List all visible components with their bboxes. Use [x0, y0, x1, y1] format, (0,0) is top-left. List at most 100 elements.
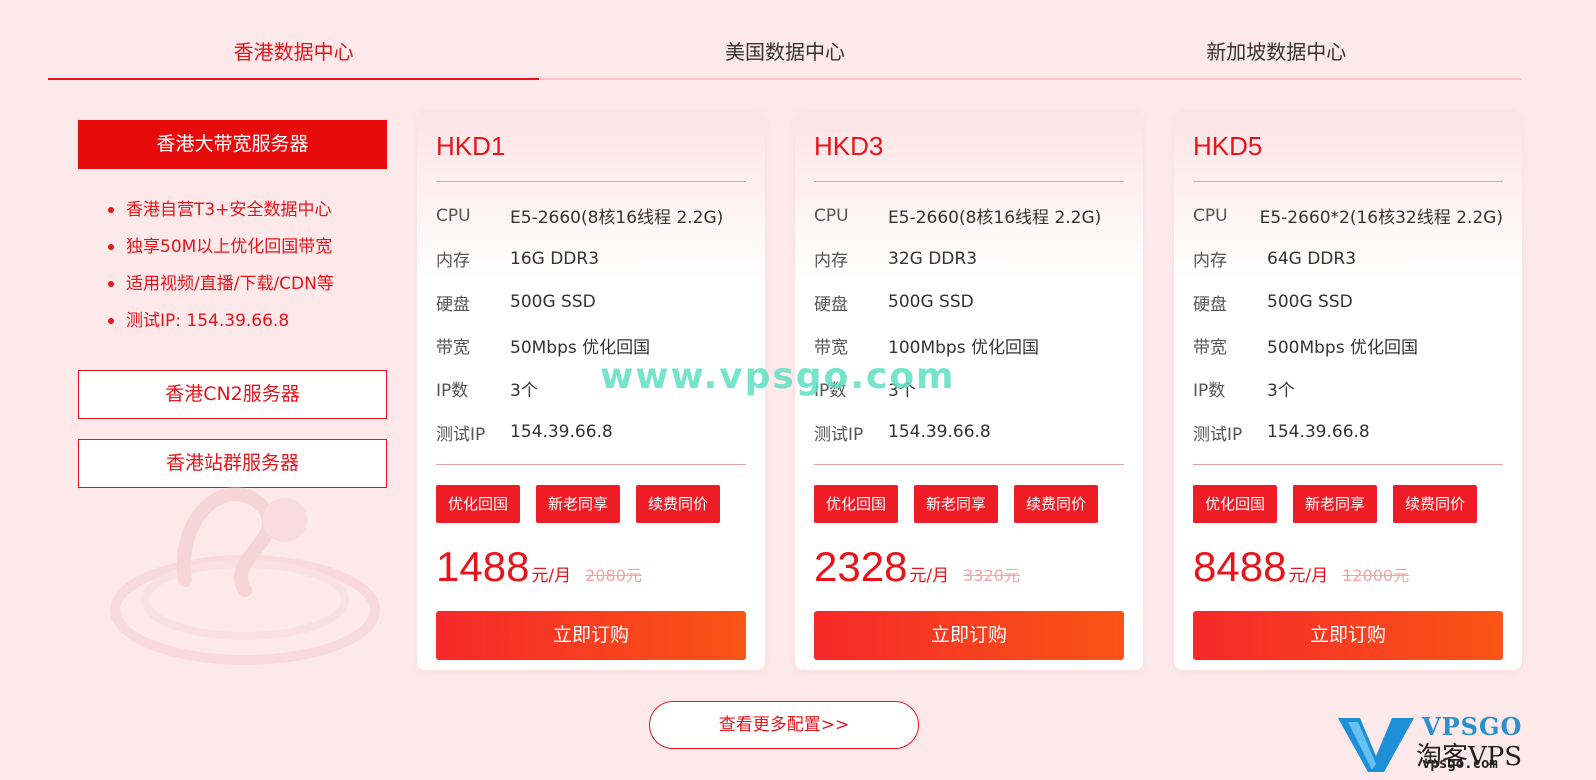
feature-item: 适用视频/直播/下载/CDN等: [108, 266, 334, 303]
spec-value: 32G DDR3: [888, 248, 978, 269]
tab-hongkong[interactable]: 香港数据中心: [48, 28, 540, 80]
price-unit: 元/月: [531, 565, 572, 586]
spec-label: 带宽: [1193, 338, 1227, 359]
original-price: 12000元: [1342, 565, 1410, 585]
tag-new-old-customers: 新老同享: [914, 484, 998, 523]
tag-renewal-same-price: 续费同价: [1014, 484, 1098, 523]
spec-row-memory: 内存 32G DDR3: [814, 237, 1124, 280]
spec-label: CPU: [436, 205, 471, 226]
spec-label: 带宽: [814, 338, 848, 359]
buy-now-button[interactable]: 立即订购: [1193, 610, 1503, 660]
feature-item: 独享50M以上优化回国带宽: [108, 229, 334, 266]
plan-title: HKD1: [436, 130, 746, 182]
spec-value: 500G SSD: [1267, 292, 1353, 313]
watermark-domain: vpsgo.com: [1422, 756, 1498, 772]
price-value: 1488: [436, 542, 530, 590]
hk-cn2-server-button[interactable]: 香港CN2服务器: [78, 370, 387, 419]
spec-label: 硬盘: [436, 294, 470, 315]
v-logo-icon: [1338, 718, 1414, 772]
spec-label: 测试IP: [814, 424, 864, 445]
tag-new-old-customers: 新老同享: [1293, 484, 1377, 523]
spec-label: 硬盘: [1193, 294, 1227, 315]
plan-card-hkd5: HKD5 CPU E5-2660*2(16核32线程 2.2G) 内存 64G DD…: [1174, 110, 1522, 670]
spec-value: 154.39.66.8: [1267, 422, 1370, 443]
spec-label: 内存: [436, 251, 470, 272]
spec-label: 内存: [814, 251, 848, 272]
spec-label: IP数: [1193, 381, 1226, 402]
divider: [1193, 463, 1503, 465]
plan-title: HKD3: [814, 130, 1124, 182]
spec-label: 硬盘: [814, 294, 848, 315]
original-price: 2080元: [585, 565, 642, 585]
spec-row-memory: 内存 16G DDR3: [436, 237, 746, 280]
spec-label: CPU: [814, 205, 849, 226]
spec-label: CPU: [1193, 205, 1228, 226]
tab-usa[interactable]: 美国数据中心: [539, 28, 1030, 78]
spec-value: 3个: [1267, 381, 1295, 402]
tag-optimized-route: 优化回国: [436, 484, 520, 523]
spec-value: 100Mbps 优化回国: [888, 338, 1039, 359]
spec-row-test-ip: 测试IP 154.39.66.8: [814, 410, 1124, 453]
divider: [436, 463, 746, 465]
spec-value: 50Mbps 优化回国: [510, 338, 651, 359]
original-price: 3320元: [963, 565, 1020, 585]
price-unit: 元/月: [909, 565, 950, 586]
spec-row-cpu: CPU E5-2660(8核16线程 2.2G): [814, 194, 1124, 237]
spec-row-disk: 硬盘 500G SSD: [1193, 281, 1503, 324]
price-row: 2328 元/月 3320元: [814, 543, 1124, 591]
tag-new-old-customers: 新老同享: [536, 484, 620, 523]
spec-value: E5-2660(8核16线程 2.2G): [510, 208, 724, 229]
price-value: 2328: [814, 542, 908, 590]
price-row: 1488 元/月 2080元: [436, 543, 746, 591]
spec-value: 3个: [510, 381, 538, 402]
spec-list: CPU E5-2660(8核16线程 2.2G) 内存 32G DDR3 硬盘 500…: [814, 194, 1124, 454]
spec-row-bandwidth: 带宽 500Mbps 优化回国: [1193, 324, 1503, 367]
spec-value: 500G SSD: [888, 292, 974, 313]
tab-singapore[interactable]: 新加坡数据中心: [1031, 28, 1522, 78]
spec-label: 带宽: [436, 338, 470, 359]
plan-title: HKD5: [1193, 130, 1503, 182]
view-more-configs-button[interactable]: 查看更多配置>>: [649, 701, 919, 749]
spec-value: 500Mbps 优化回国: [1267, 338, 1418, 359]
divider: [814, 463, 1124, 465]
spec-label: 内存: [1193, 251, 1227, 272]
spec-label: 测试IP: [436, 424, 486, 445]
spec-value: 16G DDR3: [510, 248, 600, 269]
tag-renewal-same-price: 续费同价: [1393, 484, 1477, 523]
tag-group: 优化回国 新老同享 续费同价: [436, 484, 746, 523]
tag-optimized-route: 优化回国: [814, 484, 898, 523]
spec-row-disk: 硬盘 500G SSD: [814, 281, 1124, 324]
spec-label: IP数: [436, 381, 469, 402]
spec-row-disk: 硬盘 500G SSD: [436, 281, 746, 324]
spec-list: CPU E5-2660(8核16线程 2.2G) 内存 16G DDR3 硬盘 500…: [436, 194, 746, 454]
spec-row-memory: 内存 64G DDR3: [1193, 237, 1503, 280]
decorative-swirl-graphic: [110, 487, 380, 665]
tag-group: 优化回国 新老同享 续费同价: [814, 484, 1124, 523]
spec-value: 154.39.66.8: [510, 422, 613, 443]
tag-renewal-same-price: 续费同价: [636, 484, 720, 523]
feature-item: 香港自营T3+安全数据中心: [108, 192, 334, 229]
price-value: 8488: [1193, 542, 1287, 590]
watermark-logo: VPSGO 淘客VPS vpsgo.com: [1338, 712, 1560, 774]
spec-row-cpu: CPU E5-2660*2(16核32线程 2.2G): [1193, 194, 1503, 237]
spec-label: 测试IP: [1193, 424, 1243, 445]
buy-now-button[interactable]: 立即订购: [814, 610, 1124, 660]
price-unit: 元/月: [1288, 565, 1329, 586]
spec-row-ip-count: IP数 3个: [1193, 367, 1503, 410]
spec-value: E5-2660(8核16线程 2.2G): [888, 208, 1102, 229]
buy-now-button[interactable]: 立即订购: [436, 610, 746, 660]
hk-bandwidth-server-button[interactable]: 香港大带宽服务器: [78, 120, 387, 169]
spec-row-test-ip: 测试IP 154.39.66.8: [1193, 410, 1503, 453]
spec-value: 154.39.66.8: [888, 422, 991, 443]
spec-row-test-ip: 测试IP 154.39.66.8: [436, 410, 746, 453]
spec-value: 64G DDR3: [1267, 248, 1357, 269]
spec-value: E5-2660*2(16核32线程 2.2G): [1259, 208, 1503, 229]
feature-list: 香港自营T3+安全数据中心 独享50M以上优化回国带宽 适用视频/直播/下载/C…: [108, 192, 334, 340]
spec-row-cpu: CPU E5-2660(8核16线程 2.2G): [436, 194, 746, 237]
price-row: 8488 元/月 12000元: [1193, 543, 1503, 591]
feature-item: 测试IP: 154.39.66.8: [108, 303, 334, 340]
tag-group: 优化回国 新老同享 续费同价: [1193, 484, 1503, 523]
watermark-url: www.vpsgo.com: [600, 356, 956, 397]
spec-list: CPU E5-2660*2(16核32线程 2.2G) 内存 64G DDR3 硬盘…: [1193, 194, 1503, 454]
spec-value: 500G SSD: [510, 292, 596, 313]
